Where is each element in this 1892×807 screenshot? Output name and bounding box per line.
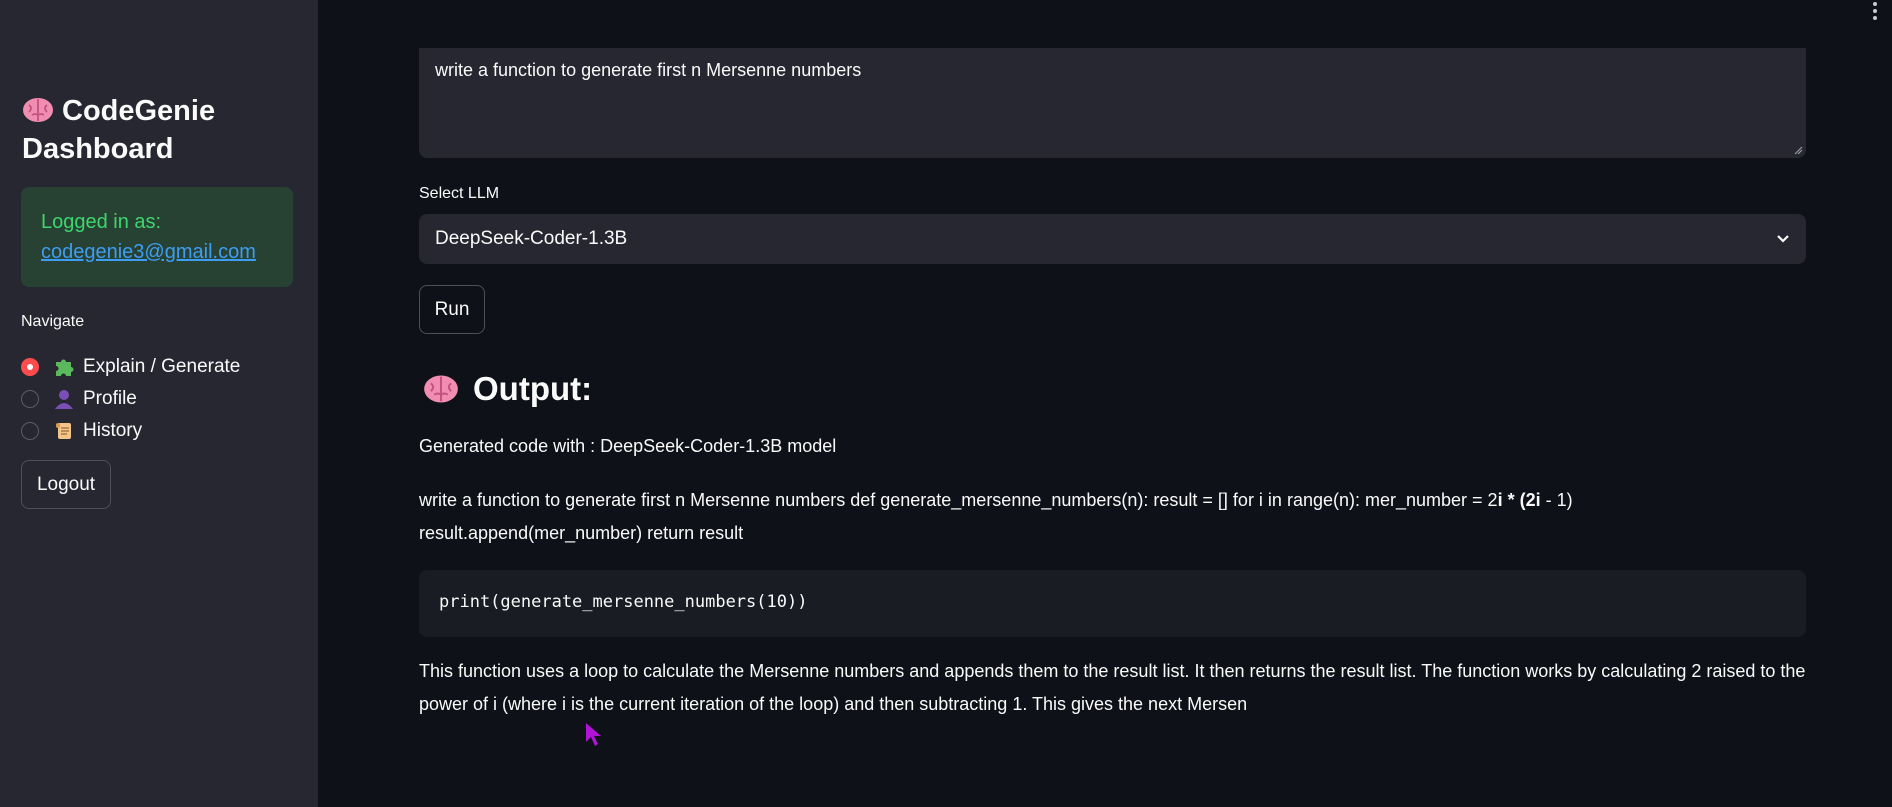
llm-select-value: DeepSeek-Coder-1.3B bbox=[435, 228, 628, 249]
main-content: write a function to generate first n Mer… bbox=[318, 0, 1892, 807]
more-options-icon[interactable] bbox=[1872, 2, 1878, 20]
radio-profile[interactable] bbox=[21, 390, 39, 408]
sidebar-title: CodeGenie Dashboard bbox=[22, 92, 302, 168]
code-block: print(generate_mersenne_numbers(10)) bbox=[419, 570, 1806, 637]
explanation-text: This function uses a loop to calculate t… bbox=[419, 661, 1806, 714]
brain-icon bbox=[23, 98, 53, 122]
mouse-cursor-icon bbox=[586, 723, 601, 746]
response-text: write a function to generate first n Mer… bbox=[419, 484, 1839, 550]
code-line: print(generate_mersenne_numbers(10)) bbox=[439, 592, 808, 612]
login-status-box: Logged in as: codegenie3@gmail.com bbox=[21, 187, 293, 287]
user-email-link[interactable]: codegenie3@gmail.com bbox=[41, 241, 256, 264]
nav-item-history[interactable]: History bbox=[21, 418, 142, 444]
logged-in-label: Logged in as: bbox=[41, 211, 162, 233]
output-heading: Output: bbox=[423, 370, 592, 408]
response-line1-prefix: write a function to generate first n Mer… bbox=[419, 490, 1498, 510]
sidebar-title-line1: CodeGenie bbox=[62, 95, 216, 127]
response-line1-suffix: - 1) bbox=[1540, 490, 1573, 510]
radio-history[interactable] bbox=[21, 422, 39, 440]
nav-item-label: Profile bbox=[83, 388, 137, 409]
radio-explain-generate[interactable] bbox=[21, 358, 39, 376]
resize-grip-icon[interactable] bbox=[1794, 146, 1803, 155]
nav-label: Navigate bbox=[21, 313, 85, 330]
puzzle-icon bbox=[56, 359, 74, 376]
brain-icon bbox=[424, 375, 458, 403]
logout-button[interactable]: Logout bbox=[21, 460, 111, 509]
nav-item-explain-generate[interactable]: Explain / Generate bbox=[21, 354, 240, 380]
select-llm-label: Select LLM bbox=[419, 185, 500, 202]
prompt-input[interactable]: write a function to generate first n Mer… bbox=[419, 48, 1806, 158]
output-heading-text: Output: bbox=[473, 370, 593, 407]
response-line2: result.append(mer_number) return result bbox=[419, 523, 744, 543]
scroll-icon bbox=[56, 423, 71, 439]
nav-item-label: History bbox=[83, 420, 143, 441]
run-button[interactable]: Run bbox=[419, 285, 485, 334]
nav-item-profile[interactable]: Profile bbox=[21, 386, 137, 412]
user-silhouette-icon bbox=[55, 390, 73, 409]
app-window: CodeGenie Dashboard Logged in as: codege… bbox=[0, 0, 1892, 807]
sidebar: CodeGenie Dashboard Logged in as: codege… bbox=[0, 0, 318, 807]
nav-item-label: Explain / Generate bbox=[83, 356, 241, 377]
response-line1-bold1: i * (2 bbox=[1497, 490, 1536, 510]
generated-with-text: Generated code with : DeepSeek-Coder-1.3… bbox=[419, 436, 837, 456]
chevron-down-icon bbox=[1777, 235, 1789, 243]
sidebar-title-line2: Dashboard bbox=[22, 133, 174, 165]
llm-select[interactable]: DeepSeek-Coder-1.3B bbox=[419, 214, 1806, 264]
